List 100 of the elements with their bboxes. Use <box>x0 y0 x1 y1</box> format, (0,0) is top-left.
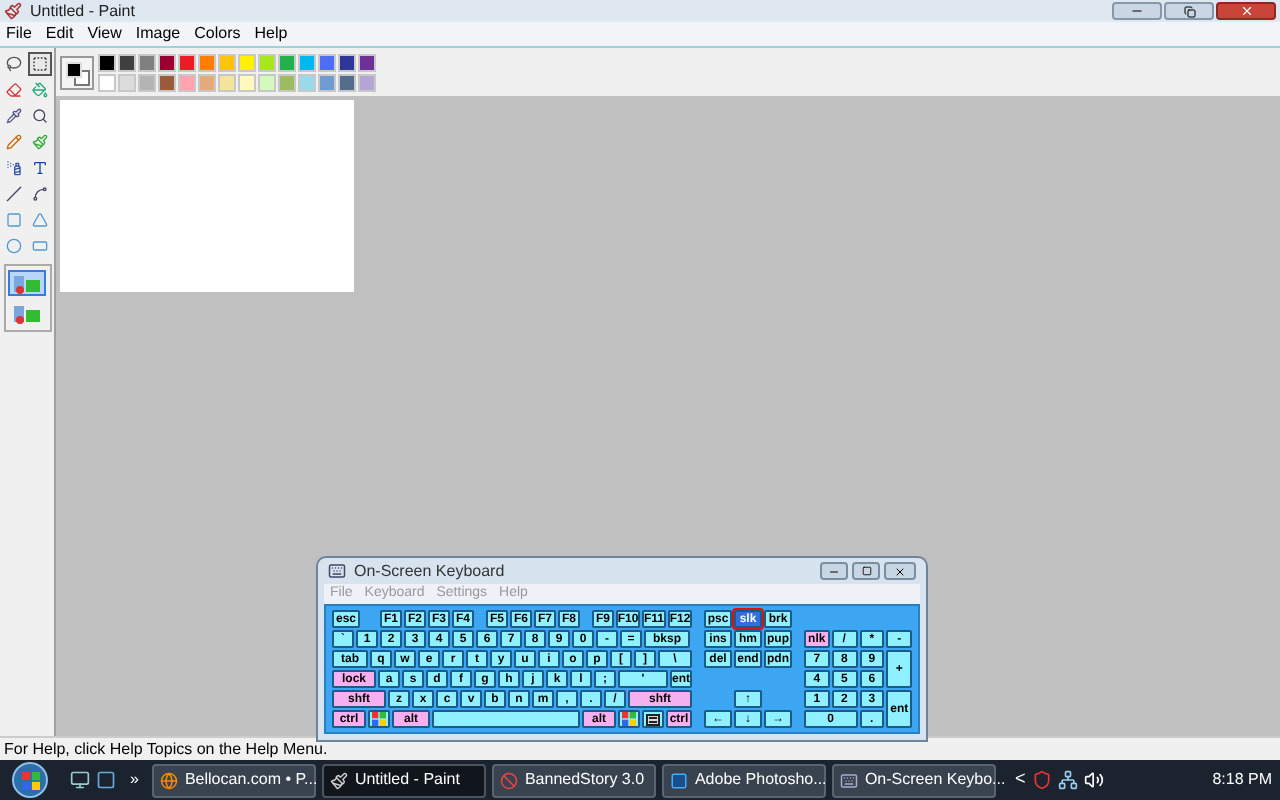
color-swatch[interactable] <box>298 73 316 91</box>
windows-logo-icon <box>21 771 39 789</box>
ellipse-icon <box>6 238 22 254</box>
restore-button[interactable] <box>1164 2 1214 20</box>
start-button[interactable] <box>12 762 48 798</box>
onscreen-key[interactable] <box>618 710 640 728</box>
minimize-icon <box>1130 4 1144 18</box>
tool-button[interactable] <box>2 182 26 206</box>
transparency-option[interactable] <box>8 300 46 326</box>
tray-expand-arrow[interactable]: < <box>1014 766 1026 794</box>
color-swatch[interactable] <box>238 53 256 71</box>
tool-button[interactable] <box>28 52 52 76</box>
pipette-icon <box>6 108 22 124</box>
volume-icon[interactable] <box>1083 770 1104 790</box>
shapes-icon <box>12 303 42 323</box>
space-key[interactable] <box>432 710 580 728</box>
rounded-rectangle-icon <box>32 238 48 254</box>
polygon-icon <box>32 212 48 228</box>
keyboard-icon <box>840 771 859 789</box>
window-title: On-Screen Keyboard <box>354 559 505 583</box>
menu-icon <box>646 713 660 725</box>
globe-icon <box>160 771 179 789</box>
curve-icon <box>32 186 48 202</box>
tool-button[interactable] <box>28 182 52 206</box>
overflow-chevron[interactable]: » <box>130 768 139 792</box>
line-icon <box>6 186 22 202</box>
minimize-icon <box>828 565 840 577</box>
color-swatch[interactable] <box>98 73 116 91</box>
tool-button[interactable] <box>2 52 26 76</box>
tool-button[interactable] <box>2 78 26 102</box>
color-swatch[interactable] <box>238 73 256 91</box>
color-swatch[interactable] <box>258 53 276 71</box>
menu-item[interactable]: Help <box>254 22 288 46</box>
close-icon <box>894 565 906 577</box>
color-swatch[interactable] <box>318 73 336 91</box>
tool-button[interactable] <box>28 156 52 180</box>
color-swatch[interactable] <box>158 53 176 71</box>
rectangle-icon <box>6 212 22 228</box>
clock[interactable]: 8:18 PM <box>1212 768 1272 792</box>
menu-item[interactable]: Image <box>135 22 181 46</box>
color-swatch[interactable] <box>318 53 336 71</box>
color-swatch[interactable] <box>338 53 356 71</box>
color-swatch[interactable] <box>298 53 316 71</box>
taskbar-button[interactable]: Bellocan.com • P... <box>152 763 317 797</box>
maximize-button[interactable] <box>852 562 880 580</box>
windows-logo-icon <box>372 712 386 726</box>
minimize-button[interactable] <box>1112 2 1162 20</box>
paint-app-icon <box>4 2 22 20</box>
color-swatch[interactable] <box>278 53 296 71</box>
taskbar-button[interactable]: Untitled - Paint <box>322 763 487 797</box>
close-button[interactable] <box>884 562 916 580</box>
color-swatch[interactable] <box>178 53 196 71</box>
menu-item[interactable]: File <box>6 22 32 46</box>
taskbar-button[interactable]: BannedStory 3.0 <box>492 763 657 797</box>
color-swatch[interactable] <box>158 73 176 91</box>
app-icon <box>670 771 689 789</box>
color-swatch[interactable] <box>218 73 236 91</box>
pencil-icon <box>6 134 22 150</box>
close-button[interactable] <box>1216 2 1276 20</box>
network-icon[interactable] <box>1057 770 1078 790</box>
eraser-icon <box>6 82 22 98</box>
color-swatch[interactable] <box>178 73 196 91</box>
restore-icon <box>1183 5 1195 17</box>
taskbar-button[interactable]: Adobe Photosho... <box>662 763 827 797</box>
color-swatch[interactable] <box>358 73 376 91</box>
keyboard-app-icon <box>328 562 346 580</box>
color-swatch[interactable] <box>138 73 156 91</box>
text-icon <box>32 160 48 176</box>
lasso-icon <box>6 56 22 72</box>
select-icon <box>32 56 48 72</box>
magnifier-icon <box>32 108 48 124</box>
desktop-icon[interactable] <box>70 770 90 790</box>
status-text: For Help, click Help Topics on the Help Menu. <box>4 737 328 761</box>
menu-item[interactable]: Colors <box>194 22 241 46</box>
brush-icon <box>330 771 349 789</box>
color-swatch[interactable] <box>198 53 216 71</box>
brush-icon <box>32 134 48 150</box>
color-swatch[interactable] <box>338 73 356 91</box>
window-switch-icon[interactable] <box>96 770 116 790</box>
color-swatch[interactable] <box>138 53 156 71</box>
color-swatch[interactable] <box>118 53 136 71</box>
menu-item[interactable]: View <box>87 22 122 46</box>
transparency-option[interactable] <box>8 270 46 296</box>
close-icon <box>1239 4 1253 18</box>
tool-button[interactable] <box>28 104 52 128</box>
tool-button[interactable] <box>2 104 26 128</box>
color-swatch[interactable] <box>278 73 296 91</box>
color-swatch[interactable] <box>198 73 216 91</box>
onscreen-key[interactable] <box>642 710 664 728</box>
ban-icon <box>500 771 519 789</box>
color-swatch[interactable] <box>258 73 276 91</box>
color-swatch[interactable] <box>118 73 136 91</box>
minimize-button[interactable] <box>820 562 848 580</box>
onscreen-key[interactable] <box>368 710 390 728</box>
color-swatch[interactable] <box>358 53 376 71</box>
menu-item[interactable]: Edit <box>45 22 74 46</box>
shield-icon[interactable] <box>1031 770 1052 790</box>
color-swatch[interactable] <box>98 53 116 71</box>
color-swatch[interactable] <box>218 53 236 71</box>
paint-bucket-icon <box>32 82 48 98</box>
